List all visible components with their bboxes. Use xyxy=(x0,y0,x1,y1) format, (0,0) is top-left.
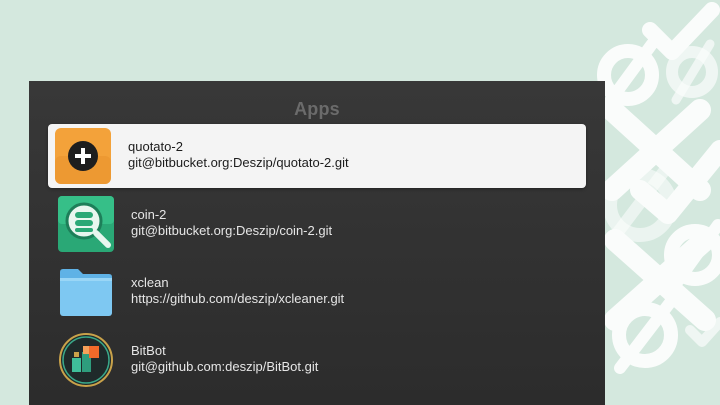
app-name: xclean xyxy=(131,275,169,290)
plus-circle-icon xyxy=(55,128,111,184)
app-name: BitBot xyxy=(131,343,166,358)
app-name: coin-2 xyxy=(131,207,167,222)
app-url: git@bitbucket.org:Deszip/quotato-2.git xyxy=(128,155,349,170)
folder-icon xyxy=(60,269,112,316)
coin-magnifier-icon xyxy=(58,196,114,252)
bitbot-icon xyxy=(59,333,113,387)
app-row-xclean[interactable]: xclean https://github.com/deszip/xcleane… xyxy=(48,260,586,324)
app-row-coin-2[interactable]: coin-2 git@bitbucket.org:Deszip/coin-2.g… xyxy=(48,192,586,256)
apps-panel: Apps quotato-2 git@bitbucket.org:Deszip/… xyxy=(29,81,605,405)
app-row-quotato-2[interactable]: quotato-2 git@bitbucket.org:Deszip/quota… xyxy=(48,124,586,188)
app-url: git@bitbucket.org:Deszip/coin-2.git xyxy=(131,223,333,238)
app-url: git@github.com:deszip/BitBot.git xyxy=(131,359,319,374)
app-name: quotato-2 xyxy=(128,139,183,154)
app-url: https://github.com/deszip/xcleaner.git xyxy=(131,291,345,306)
panel-title: Apps xyxy=(294,99,340,119)
app-row-bitbot[interactable]: BitBot git@github.com:deszip/BitBot.git xyxy=(48,328,586,392)
